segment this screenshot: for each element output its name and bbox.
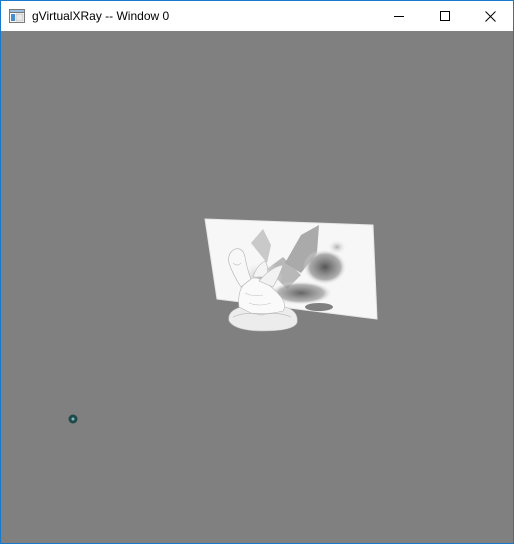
title-bar[interactable]: gVirtualXRay -- Window 0 <box>1 1 513 31</box>
render-viewport[interactable] <box>1 31 513 543</box>
window-title: gVirtualXRay -- Window 0 <box>32 9 170 23</box>
application-window: gVirtualXRay -- Window 0 <box>0 0 514 544</box>
close-button[interactable] <box>467 1 513 31</box>
scene-canvas[interactable] <box>1 31 513 543</box>
close-icon <box>484 10 496 22</box>
maximize-button[interactable] <box>422 1 468 31</box>
app-window-icon <box>9 9 25 23</box>
xray-detector-plane <box>204 218 378 320</box>
minimize-button[interactable] <box>376 1 422 31</box>
xray-source-point <box>68 414 78 424</box>
minimize-icon <box>394 16 404 17</box>
maximize-icon <box>440 11 450 21</box>
